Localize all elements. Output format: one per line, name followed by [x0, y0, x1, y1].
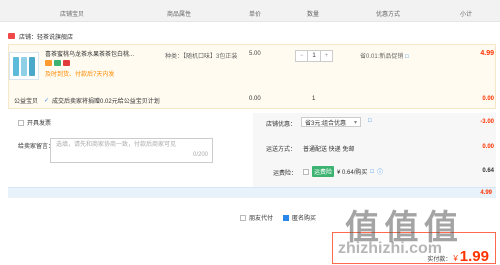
item-discount: 省0.01:新品促销 □	[360, 51, 409, 60]
shop-total-amount: 4.99	[480, 190, 492, 196]
anonymous-label: 匿名购买	[292, 216, 317, 222]
tag-icon	[45, 60, 52, 66]
item-discount-text: 省0.01:新品促销	[360, 54, 404, 60]
insurance-value: ¥ 0.64/购买	[337, 170, 368, 176]
shop-icon	[8, 33, 15, 39]
invoice-row: 开具发票	[18, 118, 51, 127]
message-placeholder: 选填，请先和商家协商一致，付款后商家可见	[56, 142, 177, 148]
action-row: 朋友代付 匿名购买	[240, 213, 316, 222]
invoice-checkbox[interactable]	[18, 119, 24, 126]
qty-input[interactable]: 1	[307, 51, 321, 61]
shop-total-bar: 4.99	[8, 187, 496, 198]
invoice-label: 开具发票	[27, 121, 52, 127]
qty-plus-button[interactable]: +	[321, 51, 332, 61]
insurance-label: 运费险：	[273, 171, 298, 177]
chat-icon[interactable]: □	[368, 118, 372, 124]
message-input[interactable]: 选填，请先和商家协商一致，付款后商家可见 0/200	[50, 138, 213, 163]
col-attr: 商品属性	[167, 12, 192, 18]
shipping-label: 运送方式：	[266, 147, 297, 153]
col-qty: 数量	[307, 12, 320, 18]
insurance-row: 运费险 ¥ 0.64/购买 □ ⓘ	[303, 166, 383, 177]
check-icon: ✓	[44, 98, 50, 104]
shipping-value: 普通配送 快递 免邮	[303, 147, 355, 153]
table-header: 店铺宝贝 商品属性 单价 数量 优惠方式 小计	[0, 0, 500, 22]
delivery-promise: 及时到货、付款后7天内发	[45, 72, 115, 78]
col-shop: 店铺宝贝	[60, 12, 85, 18]
chat-icon[interactable]: □	[370, 169, 374, 175]
anonymous-option[interactable]: 匿名购买	[283, 213, 316, 222]
charity-desc: 成交后卖家将捐赠0.02元给公益宝贝计划	[52, 99, 160, 105]
watermark-url: zhizhizhi.com	[338, 240, 442, 257]
unit-price: 5.00	[249, 51, 261, 57]
shop-discount-value: 省3元:组合优惠	[305, 120, 347, 127]
col-discount: 优惠方式	[376, 12, 401, 18]
shop-discount-amount: -3.00	[480, 119, 494, 125]
charity-amount: 0.00	[482, 96, 494, 102]
insurance-checkbox[interactable]	[303, 168, 309, 175]
shipping-amount: 0.00	[482, 144, 494, 150]
col-subtotal: 小计	[460, 12, 473, 18]
qty-minus-button[interactable]: −	[296, 51, 307, 61]
product-thumbnail[interactable]	[9, 52, 39, 80]
quantity-stepper: − 1 +	[295, 50, 333, 62]
charity-label: 公益宝贝	[14, 99, 39, 105]
item-subtotal: 4.99	[480, 50, 494, 57]
friend-pay-label: 朋友代付	[249, 216, 274, 222]
message-label: 给卖家留言：	[18, 144, 55, 150]
friend-pay-option[interactable]: 朋友代付	[240, 213, 273, 222]
shop-name[interactable]: 店铺：轻茶说旗舰店	[19, 32, 73, 41]
tag-icon	[54, 60, 61, 66]
charity-price: 0.00	[249, 96, 261, 102]
chevron-down-icon: ▾	[353, 119, 357, 126]
insurance-tag: 运费险	[312, 166, 335, 177]
charity-qty: 1	[312, 96, 316, 102]
anonymous-checkbox[interactable]	[283, 214, 290, 221]
shop-discount-select[interactable]: 省3元:组合优惠 ▾	[301, 117, 361, 127]
col-price: 单价	[249, 12, 262, 18]
info-icon[interactable]: ⓘ	[377, 167, 383, 176]
shop-row[interactable]: 店铺：轻茶说旗舰店	[8, 31, 73, 41]
pay-currency: ¥	[453, 254, 458, 263]
shop-discount-label: 店铺优惠：	[266, 122, 297, 128]
product-spec: 种类：【随机口味】3包正装	[165, 54, 238, 60]
friend-pay-checkbox[interactable]	[240, 214, 246, 221]
pay-amount: 1.99	[459, 248, 489, 265]
tag-icon	[63, 60, 70, 66]
insurance-amount: 0.64	[482, 168, 494, 174]
chat-icon[interactable]: □	[405, 54, 409, 60]
product-tags	[45, 60, 70, 66]
message-counter: 0/200	[192, 152, 208, 158]
charity-row: ✓ 成交后卖家将捐赠0.02元给公益宝贝计划	[44, 96, 160, 105]
